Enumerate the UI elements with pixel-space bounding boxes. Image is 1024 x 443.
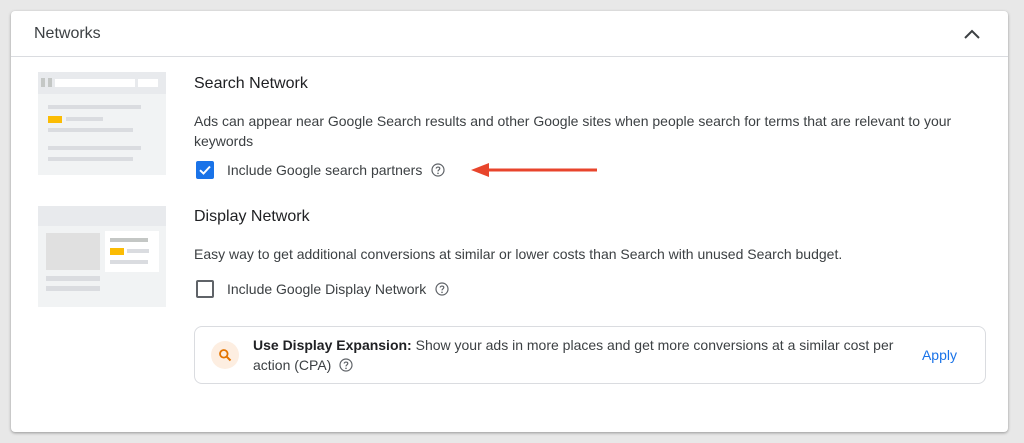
search-network-title: Search Network xyxy=(194,75,308,92)
chevron-up-icon[interactable] xyxy=(958,20,986,48)
display-network-description: Easy way to get additional conversions a… xyxy=(194,246,843,262)
help-icon[interactable] xyxy=(435,282,449,296)
display-network-illustration xyxy=(38,206,166,307)
card-header[interactable]: Networks xyxy=(11,11,1008,57)
display-network-section: Display Network Easy way to get addition… xyxy=(194,208,988,298)
display-network-label: Include Google Display Network xyxy=(227,281,427,297)
search-network-section: Search Network Ads can appear near Googl… xyxy=(194,75,988,179)
display-network-title: Display Network xyxy=(194,208,310,225)
search-icon xyxy=(211,341,239,369)
display-network-checkbox[interactable] xyxy=(196,280,214,298)
search-partners-label: Include Google search partners xyxy=(227,162,423,178)
help-icon[interactable] xyxy=(339,358,353,372)
help-icon[interactable] xyxy=(431,163,445,177)
apply-button[interactable]: Apply xyxy=(922,347,957,363)
display-expansion-text: Use Display Expansion: Show your ads in … xyxy=(253,335,908,375)
search-partners-option[interactable]: Include Google search partners xyxy=(196,161,988,179)
search-network-illustration xyxy=(38,72,166,175)
search-network-description: Ads can appear near Google Search result… xyxy=(194,113,952,149)
display-network-option[interactable]: Include Google Display Network xyxy=(196,280,988,298)
search-partners-checkbox[interactable] xyxy=(196,161,214,179)
networks-card: Networks Search Network Ads can appear n… xyxy=(11,11,1008,432)
display-expansion-heading: Use Display Expansion: xyxy=(253,337,412,353)
annotation-arrow-icon xyxy=(471,163,598,177)
display-expansion-suggestion: Use Display Expansion: Show your ads in … xyxy=(194,326,986,384)
card-title: Networks xyxy=(34,24,101,42)
